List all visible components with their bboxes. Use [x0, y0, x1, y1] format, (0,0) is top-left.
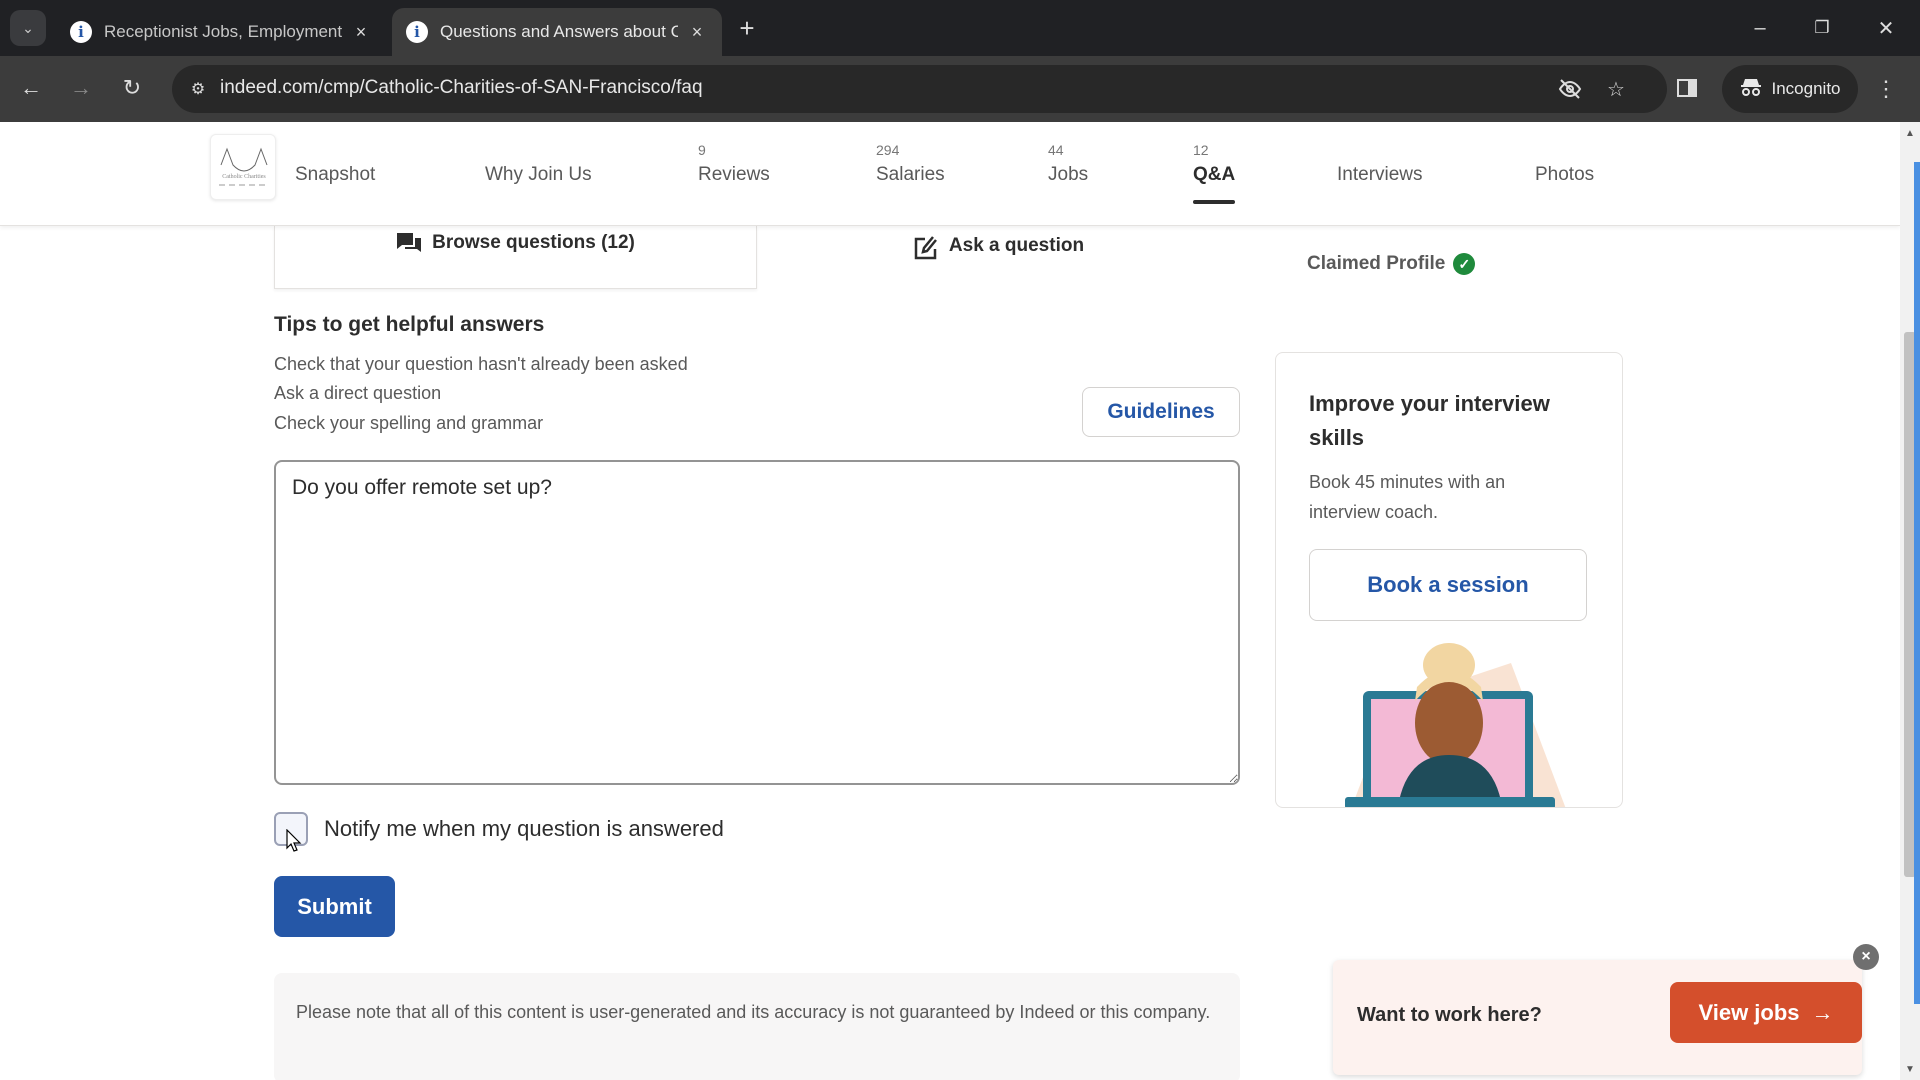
arrow-right-icon: → — [1811, 999, 1834, 1025]
browser-menu-icon[interactable]: ⋮ — [1874, 73, 1898, 105]
ask-question-label: Ask a question — [948, 235, 1085, 256]
submit-button[interactable]: Submit — [274, 876, 395, 937]
eye-off-icon[interactable] — [1556, 75, 1584, 103]
nav-count — [295, 142, 375, 160]
company-logo[interactable]: Catholic Charities — [210, 134, 276, 200]
close-tab-icon[interactable]: × — [350, 22, 372, 43]
incognito-indicator[interactable]: Incognito — [1722, 65, 1858, 113]
incognito-icon — [1740, 77, 1762, 102]
side-panel-icon[interactable] — [1674, 73, 1700, 103]
nav-count — [1337, 142, 1423, 160]
browser-tab-bar: ⌄ i Receptionist Jobs, Employment × i Qu… — [0, 0, 1920, 56]
coach-card-title: Improve your interview skills — [1309, 391, 1550, 450]
nav-count: 44 — [1048, 142, 1064, 158]
book-session-button[interactable]: Book a session — [1309, 549, 1587, 621]
question-input[interactable] — [274, 460, 1240, 785]
nav-label: Photos — [1535, 164, 1595, 185]
chevron-down-icon: ⌄ — [22, 19, 34, 36]
nav-label: Q&A — [1193, 164, 1236, 185]
minimize-button[interactable]: – — [1740, 12, 1780, 44]
nav-why-join-us[interactable]: Why Join Us — [485, 142, 592, 186]
coach-card-description: Book 45 minutes with an interview coach. — [1309, 472, 1506, 522]
nav-label: Snapshot — [295, 164, 376, 185]
nav-snapshot[interactable]: Snapshot — [295, 142, 375, 186]
nav-label: Reviews — [698, 164, 770, 185]
new-tab-button[interactable]: + — [732, 12, 762, 44]
page-content: Catholic Charities Snapshot Why Join Us … — [0, 122, 1900, 1080]
tab-title: Questions and Answers about C — [440, 22, 678, 41]
site-info-icon[interactable]: ⚙ — [186, 77, 210, 101]
qa-tabs: Browse questions (12) Ask a question — [274, 226, 1240, 289]
guidelines-button[interactable]: Guidelines — [1082, 387, 1240, 437]
nav-salaries[interactable]: 294 Salaries — [876, 142, 945, 186]
tip-item: Check your spelling and grammar — [274, 413, 544, 433]
chat-bubbles-icon — [396, 232, 422, 262]
svg-text:Catholic Charities: Catholic Charities — [222, 174, 266, 180]
tab-title: Receptionist Jobs, Employment — [104, 22, 342, 41]
tips-heading: Tips to get helpful answers — [274, 313, 545, 336]
restore-button[interactable]: ❐ — [1802, 12, 1842, 44]
claimed-profile-badge: Claimed Profile ✓ — [1307, 253, 1476, 275]
want-to-work-here-text: Want to work here? — [1357, 1004, 1542, 1026]
tab-search-button[interactable]: ⌄ — [10, 10, 46, 46]
claimed-profile-label: Claimed Profile — [1307, 253, 1446, 274]
star-icon[interactable]: ☆ — [1602, 75, 1630, 103]
check-circle-icon: ✓ — [1453, 253, 1476, 275]
window-close-button[interactable]: ✕ — [1866, 12, 1906, 44]
url-text[interactable]: indeed.com/cmp/Catholic-Charities-of-SAN… — [220, 77, 703, 99]
nav-reviews[interactable]: 9 Reviews — [698, 142, 770, 186]
nav-count: 12 — [1193, 142, 1209, 158]
nav-count — [1535, 142, 1594, 160]
back-button[interactable]: ← — [13, 70, 49, 106]
tip-item: Ask a direct question — [274, 383, 442, 403]
browser-toolbar: ← → ↻ ⚙ indeed.com/cmp/Catholic-Charitie… — [0, 56, 1920, 122]
scroll-accent-bar — [1914, 162, 1920, 1004]
nav-label: Salaries — [876, 164, 945, 185]
browser-tab-questions-answers[interactable]: i Questions and Answers about C × — [392, 8, 722, 56]
edit-icon — [913, 235, 939, 267]
browser-tab-receptionist-jobs[interactable]: i Receptionist Jobs, Employment × — [56, 8, 386, 56]
tip-item: Check that your question hasn't already … — [274, 354, 688, 374]
nav-count — [485, 142, 592, 160]
notify-row: Notify me when my question is answered — [274, 812, 724, 846]
tab-browse-questions[interactable]: Browse questions (12) — [274, 226, 757, 289]
nav-label: Why Join Us — [485, 164, 592, 185]
scroll-up-icon[interactable]: ▲ — [1900, 124, 1920, 142]
notify-label[interactable]: Notify me when my question is answered — [324, 816, 724, 842]
scroll-down-icon[interactable]: ▼ — [1900, 1060, 1920, 1078]
mouse-cursor-icon — [286, 829, 302, 852]
forward-button[interactable]: → — [63, 70, 99, 106]
disclaimer-note: Please note that all of this content is … — [274, 973, 1240, 1080]
want-to-work-here-bar: Want to work here? View jobs → — [1333, 960, 1862, 1075]
nav-jobs[interactable]: 44 Jobs — [1048, 142, 1088, 186]
nav-label: Jobs — [1048, 164, 1089, 185]
nav-interviews[interactable]: Interviews — [1337, 142, 1423, 186]
address-bar[interactable]: ⚙ indeed.com/cmp/Catholic-Charities-of-S… — [172, 65, 1667, 113]
close-sticky-bar-icon[interactable]: × — [1853, 944, 1879, 970]
interview-coach-card: Improve your interview skills Book 45 mi… — [1275, 352, 1623, 808]
tab-ask-question[interactable]: Ask a question — [757, 226, 1240, 289]
info-icon: i — [406, 21, 428, 43]
nav-label: Interviews — [1337, 164, 1423, 185]
reload-button[interactable]: ↻ — [114, 70, 150, 106]
view-jobs-button[interactable]: View jobs → — [1670, 982, 1862, 1043]
incognito-label: Incognito — [1771, 79, 1841, 98]
company-nav: Catholic Charities Snapshot Why Join Us … — [0, 122, 1900, 226]
nav-count: 9 — [698, 142, 706, 158]
coach-illustration-image — [1345, 643, 1566, 807]
browse-questions-label: Browse questions (12) — [432, 232, 635, 253]
info-icon: i — [70, 21, 92, 43]
nav-count: 294 — [876, 142, 900, 158]
nav-photos[interactable]: Photos — [1535, 142, 1594, 186]
close-tab-icon[interactable]: × — [686, 22, 708, 43]
nav-qa[interactable]: 12 Q&A — [1193, 142, 1236, 204]
view-jobs-label: View jobs — [1698, 999, 1800, 1025]
page-scrollbar[interactable]: ▲ ▼ — [1900, 122, 1920, 1080]
